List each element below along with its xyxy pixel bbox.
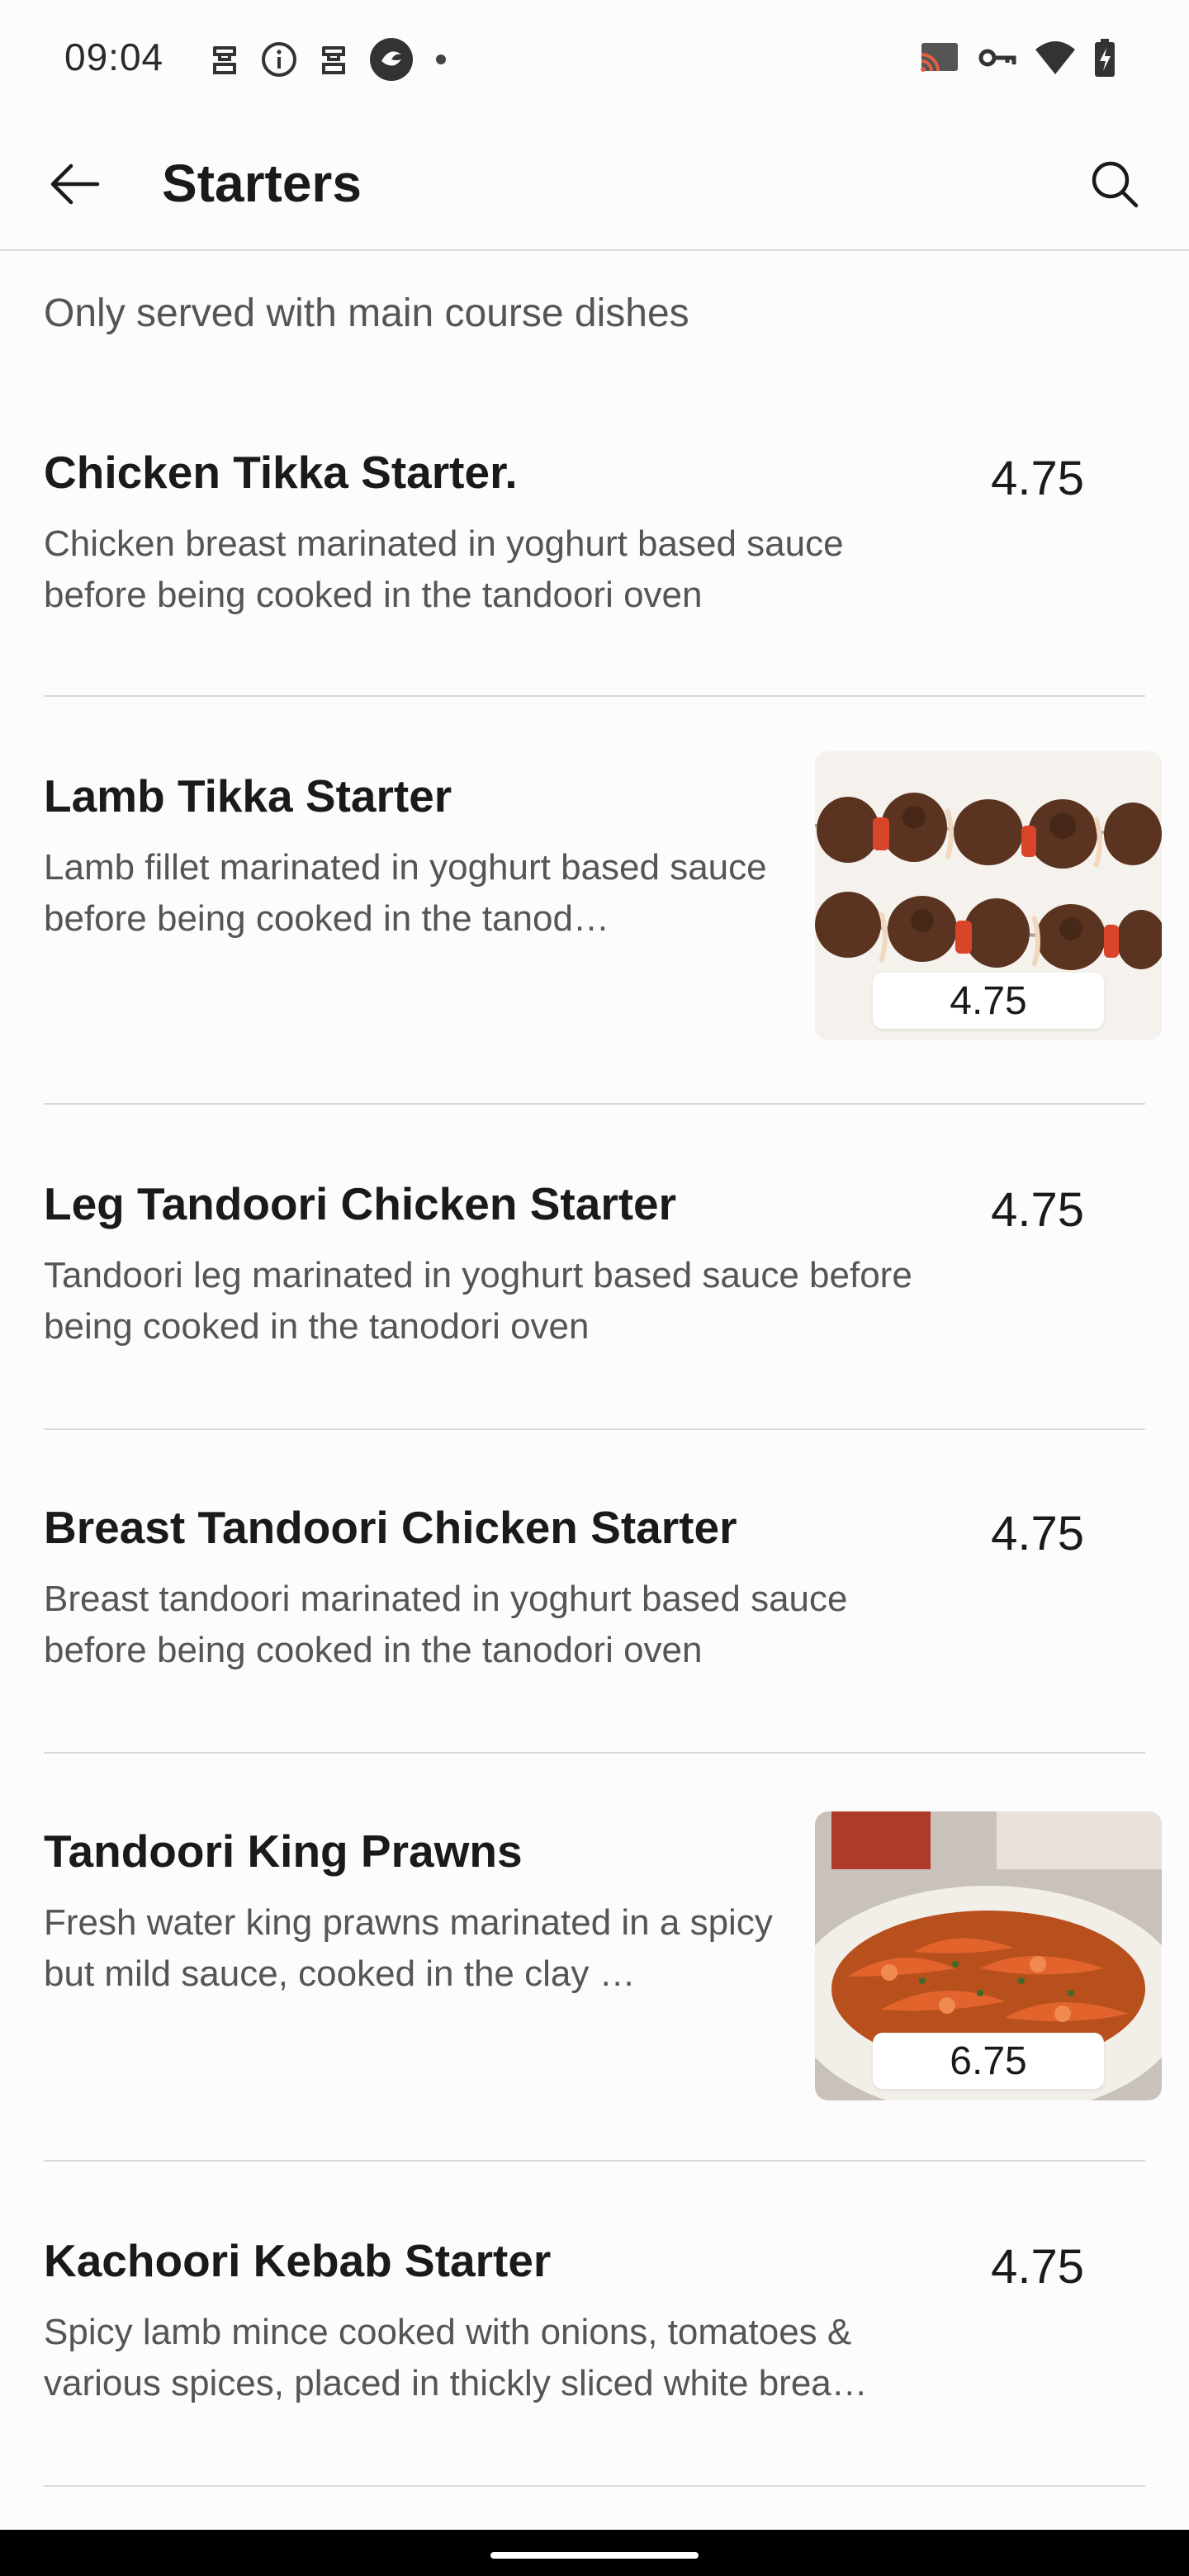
menu-item-breast-tandoori-chicken-starter[interactable]: Breast Tandoori Chicken Starter Breast t… <box>44 1430 1145 1754</box>
section-note: Only served with main course dishes <box>44 291 689 335</box>
status-icons-left <box>208 36 449 83</box>
menu-item-lamb-tikka-starter[interactable]: Lamb Tikka Starter Lamb fillet marinated… <box>44 697 1162 1105</box>
menu-item-chicken-tikka-starter[interactable]: Chicken Tikka Starter. Chicken breast ma… <box>44 388 1145 697</box>
search-icon <box>1090 159 1139 213</box>
item-price: 6.75 <box>873 2033 1104 2089</box>
king-prawns-photo <box>815 1811 1162 2100</box>
item-description: Lamb fillet marinated in yoghurt based s… <box>44 847 767 939</box>
status-icons-right <box>918 36 1116 83</box>
home-handle[interactable] <box>490 2552 699 2559</box>
lamb-skewers-photo <box>815 751 1162 1040</box>
item-name: Kachoori Kebab Starter <box>44 2235 552 2286</box>
arrow-back-icon <box>48 163 101 210</box>
item-photo: 6.75 <box>815 1811 1162 2100</box>
item-photo: 4.75 <box>815 751 1162 1040</box>
item-price: 4.75 <box>991 1183 1084 1237</box>
menu-item-kachoori-kebab-starter[interactable]: Kachoori Kebab Starter Spicy lamb mince … <box>44 2162 1145 2487</box>
item-name: Leg Tandoori Chicken Starter <box>44 1178 677 1229</box>
item-name: Chicken Tikka Starter. <box>44 447 518 498</box>
app-icon <box>368 36 414 83</box>
item-name: Lamb Tikka Starter <box>44 770 452 822</box>
status-bar: 09:04 <box>0 0 1189 121</box>
item-description: Tandoori leg marinated in yoghurt based … <box>44 1255 912 1347</box>
battery-charging-icon <box>1093 38 1116 82</box>
notification-icon <box>208 40 241 79</box>
item-price: 4.75 <box>991 2240 1084 2294</box>
menu-item-leg-tandoori-chicken-starter[interactable]: Leg Tandoori Chicken Starter Tandoori le… <box>44 1105 1145 1430</box>
info-icon <box>259 40 299 79</box>
item-name: Breast Tandoori Chicken Starter <box>44 1502 737 1553</box>
item-price: 4.75 <box>991 452 1084 505</box>
search-button[interactable] <box>1073 149 1156 223</box>
menu-item-tandoori-king-prawns[interactable]: Tandoori King Prawns Fresh water king pr… <box>44 1754 1162 2162</box>
item-name: Tandoori King Prawns <box>44 1825 523 1877</box>
dot-icon <box>433 51 449 68</box>
item-description: Fresh water king prawns marinated in a s… <box>44 1902 773 1994</box>
vpn-key-icon <box>978 45 1017 75</box>
wifi-icon <box>1034 40 1077 80</box>
app-bar: Starters <box>0 121 1189 251</box>
back-button[interactable] <box>33 149 116 223</box>
status-time: 09:04 <box>64 36 164 78</box>
item-description: Breast tandoori marinated in yoghurt bas… <box>44 1579 848 1670</box>
item-description: Chicken breast marinated in yoghurt base… <box>44 523 844 615</box>
notification-icon <box>317 40 350 79</box>
page-title: Starters <box>162 154 362 213</box>
cast-icon <box>918 40 961 80</box>
item-price: 4.75 <box>991 1507 1084 1560</box>
item-price: 4.75 <box>873 973 1104 1029</box>
menu-list: Chicken Tikka Starter. Chicken breast ma… <box>0 388 1189 2487</box>
item-description: Spicy lamb mince cooked with onions, tom… <box>44 2312 868 2403</box>
